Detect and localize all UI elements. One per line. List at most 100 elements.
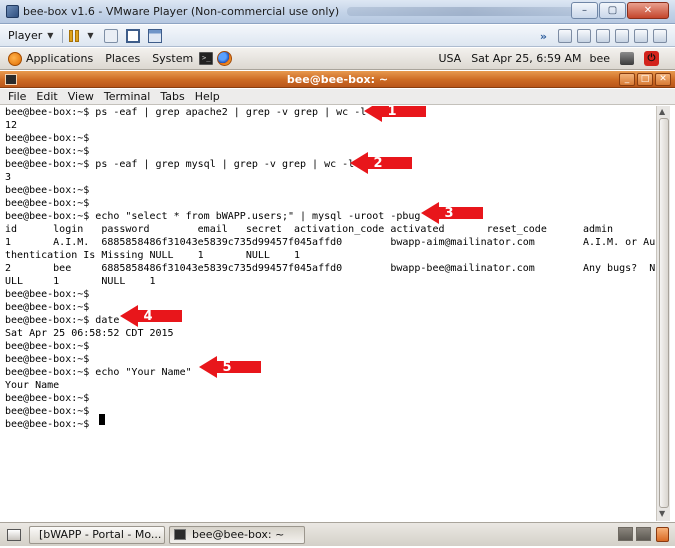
annotation-arrow-3: 3 <box>421 202 485 224</box>
terminal-line: bee@bee-box:~$ echo "Your Name" <box>5 367 192 378</box>
taskbar-item-terminal[interactable]: bee@bee-box: ~ <box>169 525 305 544</box>
usb-icon[interactable] <box>615 29 629 43</box>
terminal-line: 12 <box>5 120 18 131</box>
vmware-toolbar: Player ▼ ▼ » <box>0 25 675 47</box>
terminal-window-title: bee@bee-box: ~ <box>286 72 389 86</box>
player-menu-label: Player <box>8 29 43 42</box>
terminal-close-button[interactable]: ✕ <box>655 73 671 86</box>
chevron-down-icon[interactable]: ▼ <box>87 31 93 40</box>
menu-tabs[interactable]: Tabs <box>160 90 184 103</box>
scroll-down-arrow-icon[interactable]: ▼ <box>659 509 665 518</box>
terminal-line: Your Name <box>5 380 60 391</box>
terminal-output[interactable]: bee@bee-box:~$ ps -eaf | grep apache2 | … <box>2 106 656 521</box>
terminal-titlebar: bee@bee-box: ~ _ □ ✕ <box>0 71 675 88</box>
player-menu-button[interactable]: Player ▼ <box>8 29 53 42</box>
network-tray-icon[interactable] <box>620 52 634 65</box>
panel-tray: USA Sat Apr 25, 6:59 AM bee ⏻ <box>438 51 669 66</box>
annotation-label: 1 <box>387 106 397 119</box>
terminal-line: bee@bee-box:~$ ps -eaf | grep mysql | gr… <box>5 159 355 170</box>
terminal-line: bee@bee-box:~$ <box>5 406 90 417</box>
menu-edit[interactable]: Edit <box>36 90 57 103</box>
workspace-2-button[interactable] <box>636 527 651 541</box>
minimize-button[interactable]: – <box>571 2 598 19</box>
annotation-label: 2 <box>373 156 383 171</box>
terminal-minimize-button[interactable]: _ <box>619 73 635 86</box>
firefox-launcher-icon[interactable] <box>217 51 233 66</box>
terminal-line: bee@bee-box:~$ <box>5 341 90 352</box>
terminal-launcher-icon[interactable]: >_ <box>199 52 214 65</box>
terminal-line: bee@bee-box:~$ <box>5 419 90 430</box>
terminal-line: bee@bee-box:~$ echo "select * from bWAPP… <box>5 211 421 222</box>
terminal-line: Sat Apr 25 06:58:52 CDT 2015 <box>5 328 174 339</box>
gnome-bottom-panel: [bWAPP - Portal - Mo... bee@bee-box: ~ <box>0 522 675 546</box>
terminal-line: bee@bee-box:~$ <box>5 302 90 313</box>
scroll-up-arrow-icon[interactable]: ▲ <box>659 107 665 116</box>
vmware-window-title: bee-box v1.6 - VMware Player (Non-commer… <box>23 5 340 18</box>
power-icon[interactable]: ⏻ <box>644 51 659 66</box>
terminal-menubar: File Edit View Terminal Tabs Help <box>0 89 675 105</box>
terminal-line: bee@bee-box:~$ <box>5 185 90 196</box>
toolbar-divider <box>62 28 64 43</box>
annotation-arrow-5: 5 <box>199 356 263 378</box>
terminal-line: ULL 1 NULL 1 <box>5 276 156 287</box>
sound-icon[interactable] <box>634 29 648 43</box>
network-icon[interactable] <box>103 28 118 43</box>
device-tray: » <box>540 29 667 43</box>
gnome-foot-icon[interactable] <box>8 51 22 66</box>
menu-system[interactable]: System <box>152 52 193 65</box>
text-cursor <box>99 414 105 425</box>
vmware-app-icon <box>6 5 19 18</box>
annotation-arrow-1: 1 <box>364 106 428 122</box>
clock[interactable]: Sat Apr 25, 6:59 AM <box>471 52 581 65</box>
vmware-window-controls: – ▢ ✕ <box>570 2 669 19</box>
cdrom-icon[interactable] <box>577 29 591 43</box>
taskbar-item-label: [bWAPP - Portal - Mo... <box>39 528 162 541</box>
keyboard-layout[interactable]: USA <box>438 52 461 65</box>
annotation-arrow-4: 4 <box>120 305 184 327</box>
terminal-line: bee@bee-box:~$ <box>5 393 90 404</box>
overflow-chevron-icon[interactable]: » <box>540 30 547 43</box>
annotation-label: 5 <box>222 360 232 375</box>
terminal-line: 2 bee 6885858486f31043e5839c735d99457f04… <box>5 263 656 274</box>
terminal-line: bee@bee-box:~$ <box>5 289 90 300</box>
close-button[interactable]: ✕ <box>627 2 669 19</box>
terminal-line: 3 <box>5 172 12 183</box>
workspace-1-button[interactable] <box>618 527 633 541</box>
terminal-window-controls: _ □ ✕ <box>617 73 671 86</box>
show-desktop-icon[interactable] <box>7 528 21 541</box>
maximize-button[interactable]: ▢ <box>599 2 626 19</box>
menu-applications[interactable]: Applications <box>26 52 93 65</box>
pause-icon[interactable] <box>69 29 80 42</box>
taskbar-item-label: bee@bee-box: ~ <box>192 528 285 541</box>
terminal-scrollbar[interactable]: ▲ ▼ <box>656 106 670 521</box>
chevron-down-icon: ▼ <box>47 31 54 40</box>
menu-places[interactable]: Places <box>105 52 140 65</box>
menu-terminal[interactable]: Terminal <box>104 90 151 103</box>
scrollbar-thumb[interactable] <box>659 118 669 508</box>
message-icon[interactable] <box>653 29 667 43</box>
fit-window-icon[interactable] <box>125 28 140 43</box>
harddisk-icon[interactable] <box>558 29 572 43</box>
menu-view[interactable]: View <box>68 90 94 103</box>
blurred-path-text <box>347 7 588 16</box>
trash-icon[interactable] <box>656 527 669 542</box>
network-adapter-icon[interactable] <box>596 29 610 43</box>
terminal-line: bee@bee-box:~$ date <box>5 315 120 326</box>
user-name[interactable]: bee <box>589 52 610 65</box>
menu-file[interactable]: File <box>8 90 26 103</box>
terminal-line: bee@bee-box:~$ <box>5 146 90 157</box>
unity-window-icon[interactable] <box>147 28 162 43</box>
annotation-arrow-2: 2 <box>350 152 414 174</box>
terminal-line: id login password email secret activatio… <box>5 224 614 235</box>
menu-help[interactable]: Help <box>195 90 220 103</box>
workspace-switcher <box>615 527 669 542</box>
vmware-titlebar: bee-box v1.6 - VMware Player (Non-commer… <box>0 0 675 24</box>
gnome-top-panel: Applications Places System >_ USA Sat Ap… <box>0 48 675 70</box>
terminal-line: bee@bee-box:~$ <box>5 133 90 144</box>
terminal-line: thentication Is Missing NULL 1 NULL 1 <box>5 250 301 261</box>
annotation-label: 4 <box>143 309 153 324</box>
terminal-line: bee@bee-box:~$ <box>5 198 90 209</box>
annotation-label: 3 <box>444 206 454 221</box>
terminal-maximize-button[interactable]: □ <box>637 73 653 86</box>
taskbar-item-firefox[interactable]: [bWAPP - Portal - Mo... <box>29 525 165 544</box>
